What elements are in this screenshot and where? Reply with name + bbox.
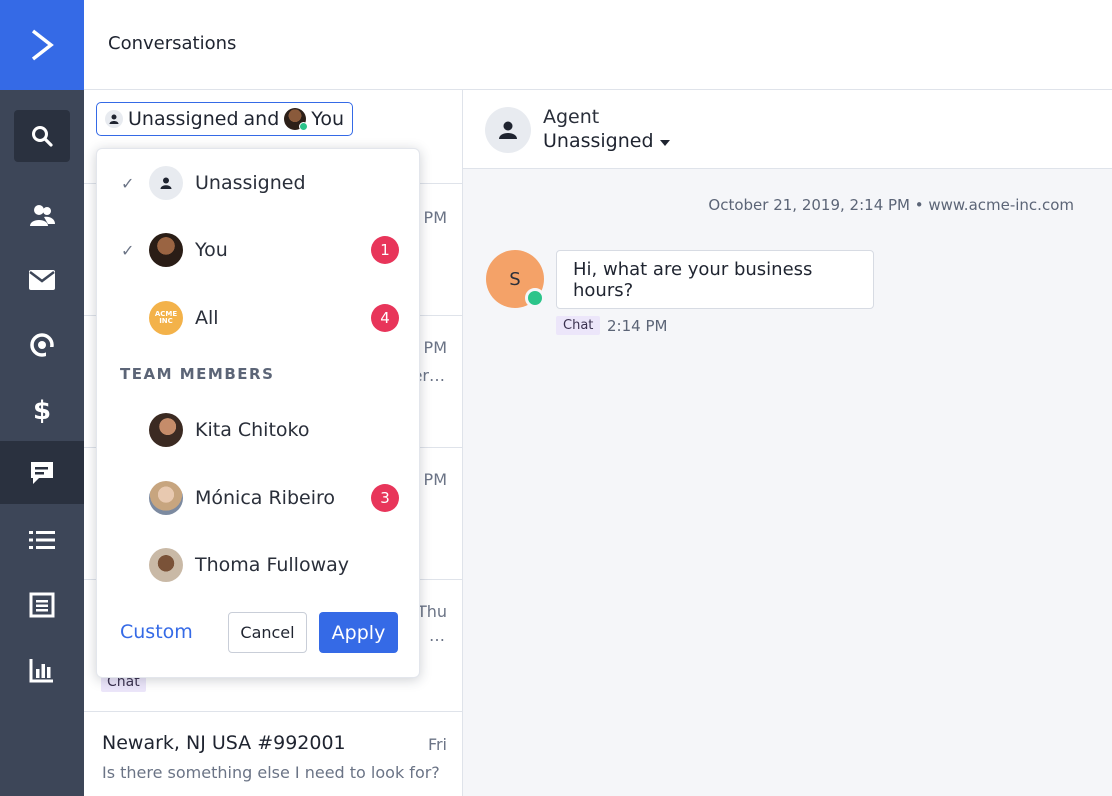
nav-email-button[interactable] xyxy=(0,249,84,311)
dropdown-item-all[interactable]: ACME INC All 4 xyxy=(97,290,421,346)
avatar xyxy=(149,548,183,582)
search-icon xyxy=(14,110,70,162)
online-status-dot xyxy=(525,288,545,308)
dropdown-item-label: Mónica Ribeiro xyxy=(195,487,335,509)
dropdown-item-member[interactable]: Thoma Fulloway xyxy=(97,537,421,593)
team-members-heading: TEAM MEMBERS xyxy=(120,365,275,383)
nav-deals-button[interactable]: $ xyxy=(0,379,84,441)
count-badge: 1 xyxy=(371,236,399,264)
person-icon xyxy=(149,166,183,200)
customer-initial: S xyxy=(509,268,521,290)
custom-link[interactable]: Custom xyxy=(120,621,193,643)
dropdown-item-label: Thoma Fulloway xyxy=(195,554,350,576)
dropdown-item-label: Unassigned xyxy=(195,172,306,194)
dropdown-item-member[interactable]: Kita Chitoko xyxy=(97,402,421,458)
list-item-time: Thu xyxy=(416,602,447,621)
assignee-filter-button[interactable]: Unassigned and You xyxy=(96,102,354,136)
page-title: Conversations xyxy=(108,33,237,54)
message-bubble: Hi, what are your business hours? xyxy=(556,250,874,309)
email-icon xyxy=(29,270,55,290)
acme-logo-avatar: ACME INC xyxy=(149,301,183,335)
apply-button[interactable]: Apply xyxy=(319,612,398,653)
svg-text:$: $ xyxy=(33,396,51,425)
list-item-time: PM xyxy=(423,208,447,227)
dropdown-item-label: All xyxy=(195,307,219,329)
avatar xyxy=(149,481,183,515)
assignee-filter-dropdown: ✓ Unassigned ✓ You 1 ACME INC All 4 TEAM … xyxy=(96,148,420,678)
list-item[interactable]: Newark, NJ USA #992001 Fri Is there some… xyxy=(84,712,463,796)
activecampaign-logo-icon[interactable] xyxy=(0,0,84,90)
conversation-header: Agent Unassigned xyxy=(463,90,1112,169)
reports-icon xyxy=(29,659,53,683)
person-icon xyxy=(105,110,123,128)
message-time: 2:14 PM xyxy=(607,317,668,335)
agent-label: Agent xyxy=(543,106,600,128)
nav-automations-button[interactable] xyxy=(0,314,84,376)
filter-joiner: and xyxy=(243,108,280,130)
nav-reports-button[interactable] xyxy=(0,639,84,701)
nav-lists-button[interactable] xyxy=(0,509,84,571)
nav-forms-button[interactable] xyxy=(0,574,84,636)
conversations-icon xyxy=(31,461,53,484)
count-badge: 4 xyxy=(371,304,399,332)
contacts-icon xyxy=(30,205,55,226)
count-badge: 3 xyxy=(371,484,399,512)
check-icon: ✓ xyxy=(121,173,135,193)
list-item-snippet: … xyxy=(429,626,445,645)
nav-search-button[interactable] xyxy=(0,106,84,166)
automations-icon xyxy=(30,333,55,357)
agent-select-value: Unassigned xyxy=(543,130,654,152)
cancel-button[interactable]: Cancel xyxy=(228,612,307,653)
avatar xyxy=(149,413,183,447)
conversation-meta: October 21, 2019, 2:14 PM • www.acme-inc… xyxy=(708,196,1074,214)
check-icon: ✓ xyxy=(121,240,135,260)
nav-conversations-button[interactable] xyxy=(0,441,84,504)
avatar xyxy=(149,233,183,267)
list-item-time: PM xyxy=(423,470,447,489)
left-nav-rail: $ xyxy=(0,0,84,796)
conversation-pane: Agent Unassigned October 21, 2019, 2:14 … xyxy=(463,90,1112,796)
dropdown-item-unassigned[interactable]: ✓ Unassigned xyxy=(97,155,421,211)
forms-icon xyxy=(29,592,55,618)
filter-you-label: You xyxy=(311,108,345,130)
agent-select[interactable]: Unassigned xyxy=(543,130,670,152)
dropdown-item-member[interactable]: Mónica Ribeiro 3 xyxy=(97,470,421,526)
nav-contacts-button[interactable] xyxy=(0,184,84,246)
channel-tag: Chat xyxy=(556,316,601,335)
dropdown-item-label: You xyxy=(195,239,228,261)
list-item-title: Newark, NJ USA #992001 xyxy=(102,732,346,754)
dropdown-item-label: Kita Chitoko xyxy=(195,419,310,441)
agent-avatar-icon xyxy=(485,107,531,153)
dropdown-item-you[interactable]: ✓ You 1 xyxy=(97,222,421,278)
you-avatar xyxy=(284,108,309,131)
online-status-dot xyxy=(299,122,309,131)
lists-icon xyxy=(29,531,55,549)
caret-down-icon xyxy=(659,139,670,146)
message-text: Hi, what are your business hours? xyxy=(573,258,813,301)
deals-icon: $ xyxy=(33,396,51,425)
list-item-time: Fri xyxy=(427,735,447,754)
filter-unassigned-label: Unassigned xyxy=(128,108,239,130)
list-item-time: PM xyxy=(423,338,447,357)
top-header: Conversations xyxy=(84,0,1112,90)
list-item-message: Is there something else I need to look f… xyxy=(102,763,440,782)
